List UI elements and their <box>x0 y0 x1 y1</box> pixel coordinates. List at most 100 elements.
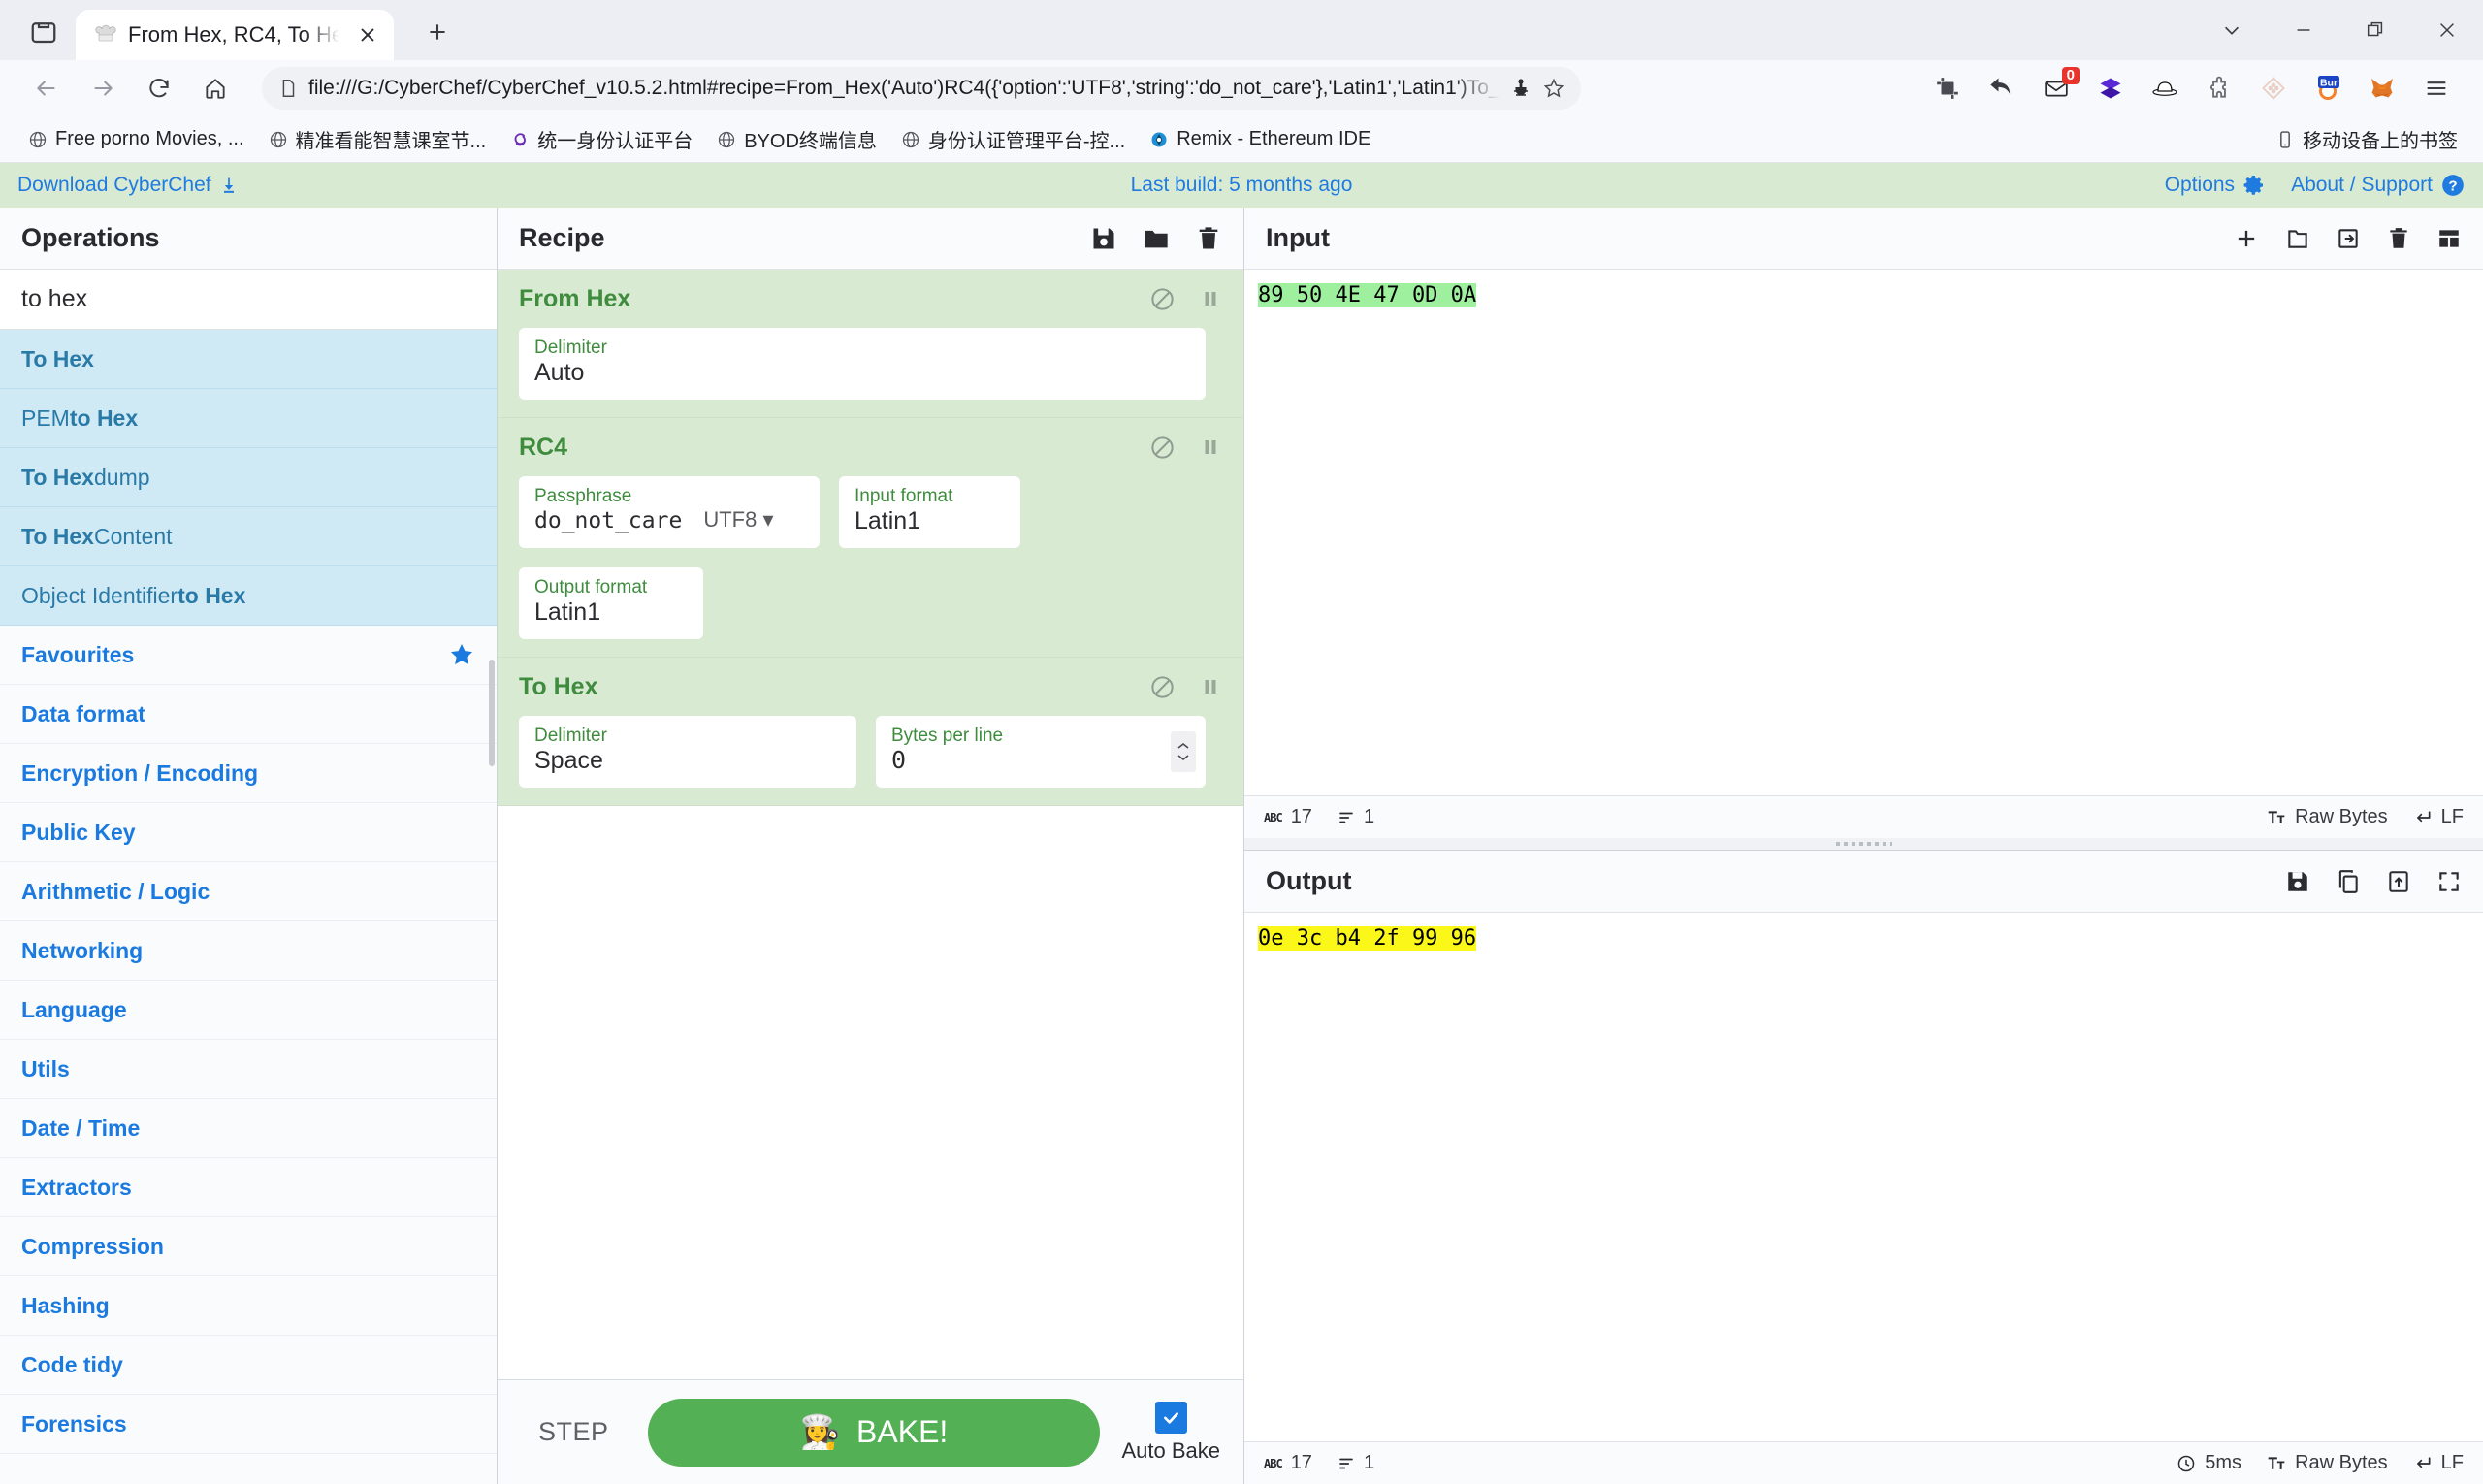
category-compression[interactable]: Compression <box>0 1217 497 1276</box>
operations-search-input[interactable]: to hex <box>0 270 497 330</box>
operations-scrollbar[interactable] <box>489 660 495 766</box>
black-hat-icon[interactable] <box>2140 63 2190 113</box>
category-utils[interactable]: Utils <box>0 1040 497 1099</box>
chevron-down-icon[interactable] <box>2196 0 2268 60</box>
replace-input-icon[interactable] <box>2386 869 2411 894</box>
metamask-fox-icon[interactable] <box>2357 63 2407 113</box>
argument-output-format[interactable]: Output format Latin1 <box>519 567 703 639</box>
recipe-operation-rc4[interactable]: RC4 Passphrase do_not_care UTF8 ▾ Input … <box>498 418 1243 658</box>
download-cyberchef-link[interactable]: Download CyberChef <box>17 174 239 197</box>
category-forensics[interactable]: Forensics <box>0 1395 497 1454</box>
pause-icon[interactable] <box>1199 436 1222 459</box>
category-date-time[interactable]: Date / Time <box>0 1099 497 1158</box>
category-hashing[interactable]: Hashing <box>0 1276 497 1336</box>
argument-value[interactable]: Latin1 <box>855 506 1005 535</box>
puzzle-piece-icon[interactable] <box>2194 63 2244 113</box>
category-extractors[interactable]: Extractors <box>0 1158 497 1217</box>
recipe-operations-list[interactable]: From Hex Delimiter Auto RC4 Passphrase d… <box>498 270 1243 1379</box>
bookmark-item[interactable]: 身份认证管理平台-控... <box>890 121 1135 157</box>
bookmark-item[interactable]: 统一身份认证平台 <box>500 121 702 157</box>
argument-passphrase[interactable]: Passphrase do_not_care UTF8 ▾ <box>519 476 820 548</box>
new-tab-button[interactable] <box>415 10 460 54</box>
diamond-outline-icon[interactable] <box>2248 63 2299 113</box>
step-button[interactable]: STEP <box>521 1417 627 1447</box>
star-outline-icon[interactable] <box>1542 77 1565 100</box>
argument-value[interactable]: Space <box>534 746 841 775</box>
copy-icon[interactable] <box>2336 869 2361 894</box>
reload-icon[interactable] <box>134 63 184 113</box>
bookmark-item[interactable]: 精准看能智慧课室节... <box>258 121 497 157</box>
category-code-tidy[interactable]: Code tidy <box>0 1336 497 1395</box>
argument-value[interactable]: 0 <box>891 746 1190 775</box>
tab-search-icon[interactable] <box>25 14 62 50</box>
close-icon[interactable] <box>353 20 382 49</box>
disable-icon[interactable] <box>1149 435 1176 461</box>
io-splitter[interactable] <box>1244 838 2483 850</box>
bookmark-item[interactable]: Free porno Movies, ... <box>17 124 254 154</box>
save-icon[interactable] <box>1090 225 1117 252</box>
category-language[interactable]: Language <box>0 981 497 1040</box>
bake-button[interactable]: 👩‍🍳 BAKE! <box>647 1398 1101 1467</box>
argument-value[interactable]: do_not_care <box>534 508 682 535</box>
pause-icon[interactable] <box>1199 675 1222 698</box>
operation-search-result[interactable]: To Hex <box>0 330 497 389</box>
home-icon[interactable] <box>190 63 241 113</box>
crop-icon[interactable] <box>1922 63 1973 113</box>
auto-bake-toggle[interactable]: Auto Bake <box>1121 1401 1220 1464</box>
operation-search-result[interactable]: To Hex dump <box>0 448 497 507</box>
window-close-icon[interactable] <box>2411 0 2483 60</box>
category-data-format[interactable]: Data format <box>0 685 497 744</box>
minimize-icon[interactable] <box>2268 0 2339 60</box>
recipe-operation-to-hex[interactable]: To Hex Delimiter Space Bytes per line 0 <box>498 658 1243 806</box>
argument-input-format[interactable]: Input format Latin1 <box>839 476 1020 548</box>
mail-badge-icon[interactable]: 0 <box>2031 63 2081 113</box>
number-stepper[interactable] <box>1171 731 1196 772</box>
burp-suite-icon[interactable]: Bur <box>2303 63 2353 113</box>
operations-list[interactable]: To Hex PEM to Hex To Hex dump To Hex Cont… <box>0 330 497 1484</box>
forward-arrow-icon[interactable] <box>78 63 128 113</box>
hamburger-menu-icon[interactable] <box>2411 63 2462 113</box>
category-encryption-encoding[interactable]: Encryption / Encoding <box>0 744 497 803</box>
puzzle-dark-icon[interactable] <box>1509 77 1532 100</box>
category-public-key[interactable]: Public Key <box>0 803 497 862</box>
category-favourites[interactable]: Favourites <box>0 626 497 685</box>
input-textarea[interactable]: 89 50 4E 47 0D 0A <box>1244 270 2483 795</box>
bookmark-item[interactable]: BYOD终端信息 <box>706 121 887 157</box>
maximize-icon[interactable] <box>2339 0 2411 60</box>
address-bar-url[interactable]: file:///G:/CyberChef/CyberChef_v10.5.2.h… <box>308 77 1499 100</box>
pause-icon[interactable] <box>1199 287 1222 310</box>
about-support-link[interactable]: About / Support ? <box>2291 173 2466 198</box>
disable-icon[interactable] <box>1149 674 1176 700</box>
argument-bytes-per-line[interactable]: Bytes per line 0 <box>876 716 1206 788</box>
argument-value[interactable]: Latin1 <box>534 597 688 627</box>
output-line-ending[interactable]: LF <box>2413 1452 2464 1474</box>
category-arithmetic-logic[interactable]: Arithmetic / Logic <box>0 862 497 921</box>
output-textarea[interactable]: 0e 3c b4 2f 99 96 <box>1244 913 2483 1441</box>
passphrase-encoding-dropdown[interactable]: UTF8 ▾ <box>703 507 773 535</box>
output-encoding[interactable]: Raw Bytes <box>2267 1452 2388 1474</box>
folder-icon[interactable] <box>1143 225 1170 252</box>
browser-tab[interactable]: From Hex, RC4, To Hex - CyberChef <box>76 10 394 60</box>
maximise-icon[interactable] <box>2436 869 2462 894</box>
back-arrow-icon[interactable] <box>21 63 72 113</box>
argument-value[interactable]: Auto <box>534 358 1190 387</box>
argument-delimiter[interactable]: Delimiter Auto <box>519 328 1206 400</box>
disable-icon[interactable] <box>1149 286 1176 312</box>
trash-icon[interactable] <box>1195 225 1222 252</box>
options-link[interactable]: Options <box>2165 174 2266 197</box>
folder-open-icon[interactable] <box>2285 226 2310 251</box>
tabs-layout-icon[interactable] <box>2436 226 2462 251</box>
operation-search-result[interactable]: PEM to Hex <box>0 389 497 448</box>
input-line-ending[interactable]: LF <box>2413 806 2464 828</box>
undo-arrow-icon[interactable] <box>1977 63 2027 113</box>
input-encoding[interactable]: Raw Bytes <box>2267 806 2388 828</box>
recipe-operation-from-hex[interactable]: From Hex Delimiter Auto <box>498 270 1243 418</box>
bookmark-item[interactable]: Remix - Ethereum IDE <box>1139 124 1380 154</box>
layers-diamond-icon[interactable] <box>2085 63 2136 113</box>
category-networking[interactable]: Networking <box>0 921 497 981</box>
open-file-icon[interactable] <box>2336 226 2361 251</box>
plus-icon[interactable] <box>2233 225 2260 252</box>
address-bar[interactable]: file:///G:/CyberChef/CyberChef_v10.5.2.h… <box>262 67 1581 110</box>
trash-icon[interactable] <box>2386 226 2411 251</box>
auto-bake-checkbox[interactable] <box>1154 1401 1187 1434</box>
